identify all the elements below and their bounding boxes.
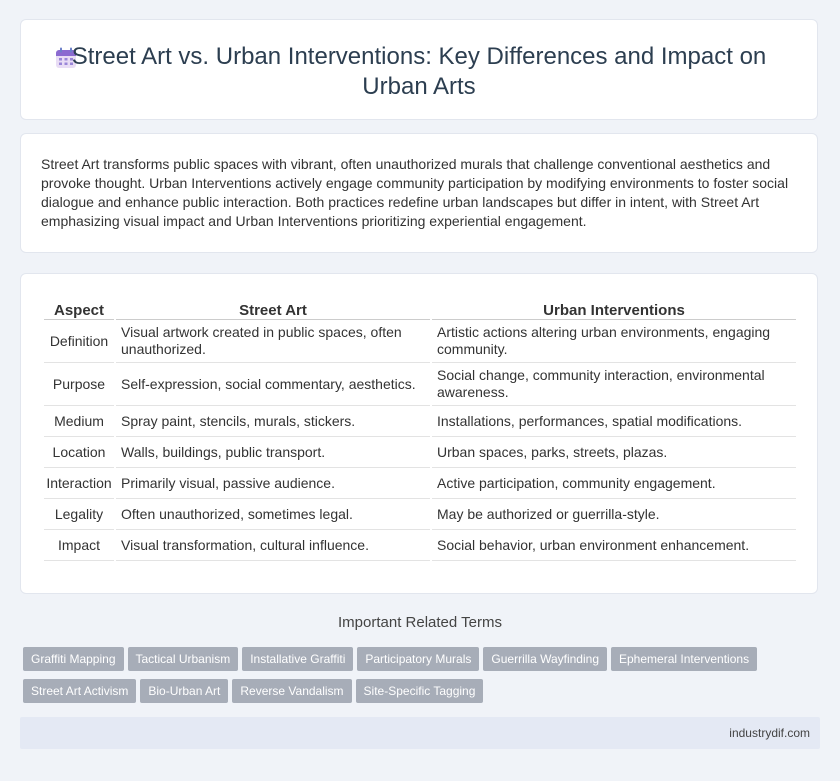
table-cell: Spray paint, stencils, murals, stickers.: [116, 406, 430, 437]
table-row: Legality Often unauthorized, sometimes l…: [44, 499, 796, 530]
intro-card: Street Art transforms public spaces with…: [20, 133, 818, 253]
table-cell: Primarily visual, passive audience.: [116, 468, 430, 499]
related-terms-list: Graffiti Mapping Tactical Urbanism Install…: [23, 647, 813, 711]
footer-site-link[interactable]: industrydif.com: [729, 726, 810, 740]
table-cell: Interaction: [44, 468, 114, 499]
related-term-tag[interactable]: Graffiti Mapping: [23, 647, 124, 671]
header-street-art: Street Art: [116, 295, 430, 320]
comparison-table: Aspect Street Art Urban Interventions De…: [42, 295, 798, 561]
table-cell: Purpose: [44, 363, 114, 406]
related-term-tag[interactable]: Participatory Murals: [357, 647, 480, 671]
table-cell: Urban spaces, parks, streets, plazas.: [432, 437, 796, 468]
intro-text: Street Art transforms public spaces with…: [41, 156, 789, 229]
related-term-tag[interactable]: Bio-Urban Art: [140, 679, 229, 703]
related-term-tag[interactable]: Guerrilla Wayfinding: [483, 647, 607, 671]
table-cell: Often unauthorized, sometimes legal.: [116, 499, 430, 530]
header-card: Street Art vs. Urban Interventions: Key …: [20, 19, 818, 120]
table-cell: Impact: [44, 530, 114, 561]
table-row: Location Walls, buildings, public transp…: [44, 437, 796, 468]
table-cell: Definition: [44, 320, 114, 363]
table-cell: Self-expression, social commentary, aest…: [116, 363, 430, 406]
header-aspect: Aspect: [44, 295, 114, 320]
table-cell: Visual transformation, cultural influenc…: [116, 530, 430, 561]
related-term-tag[interactable]: Installative Graffiti: [242, 647, 354, 671]
page-title: Street Art vs. Urban Interventions: Key …: [71, 43, 767, 100]
table-row: Medium Spray paint, stencils, murals, st…: [44, 406, 796, 437]
table-row: Impact Visual transformation, cultural i…: [44, 530, 796, 561]
table-cell: Social change, community interaction, en…: [432, 363, 796, 406]
table-cell: Location: [44, 437, 114, 468]
table-row: Definition Visual artwork created in pub…: [44, 320, 796, 363]
table-cell: Legality: [44, 499, 114, 530]
table-cell: May be authorized or guerrilla-style.: [432, 499, 796, 530]
related-term-tag[interactable]: Street Art Activism: [23, 679, 137, 703]
table-cell: Social behavior, urban environment enhan…: [432, 530, 796, 561]
table-cell: Artistic actions altering urban environm…: [432, 320, 796, 363]
table-cell: Visual artwork created in public spaces,…: [116, 320, 430, 363]
comparison-card: Aspect Street Art Urban Interventions De…: [20, 273, 818, 594]
table-cell: Installations, performances, spatial mod…: [432, 406, 796, 437]
table-cell: Medium: [44, 406, 114, 437]
table-row: Interaction Primarily visual, passive au…: [44, 468, 796, 499]
related-term-tag[interactable]: Site-Specific Tagging: [355, 679, 484, 703]
table-cell: Active participation, community engageme…: [432, 468, 796, 499]
footer: industrydif.com: [20, 717, 820, 749]
related-term-tag[interactable]: Tactical Urbanism: [127, 647, 239, 671]
related-terms-title: Important Related Terms: [338, 614, 502, 631]
table-row: Purpose Self-expression, social commenta…: [44, 363, 796, 406]
related-term-tag[interactable]: Reverse Vandalism: [232, 679, 352, 703]
related-term-tag[interactable]: Ephemeral Interventions: [611, 647, 758, 671]
header-urban-interventions: Urban Interventions: [432, 295, 796, 320]
table-cell: Walls, buildings, public transport.: [116, 437, 430, 468]
